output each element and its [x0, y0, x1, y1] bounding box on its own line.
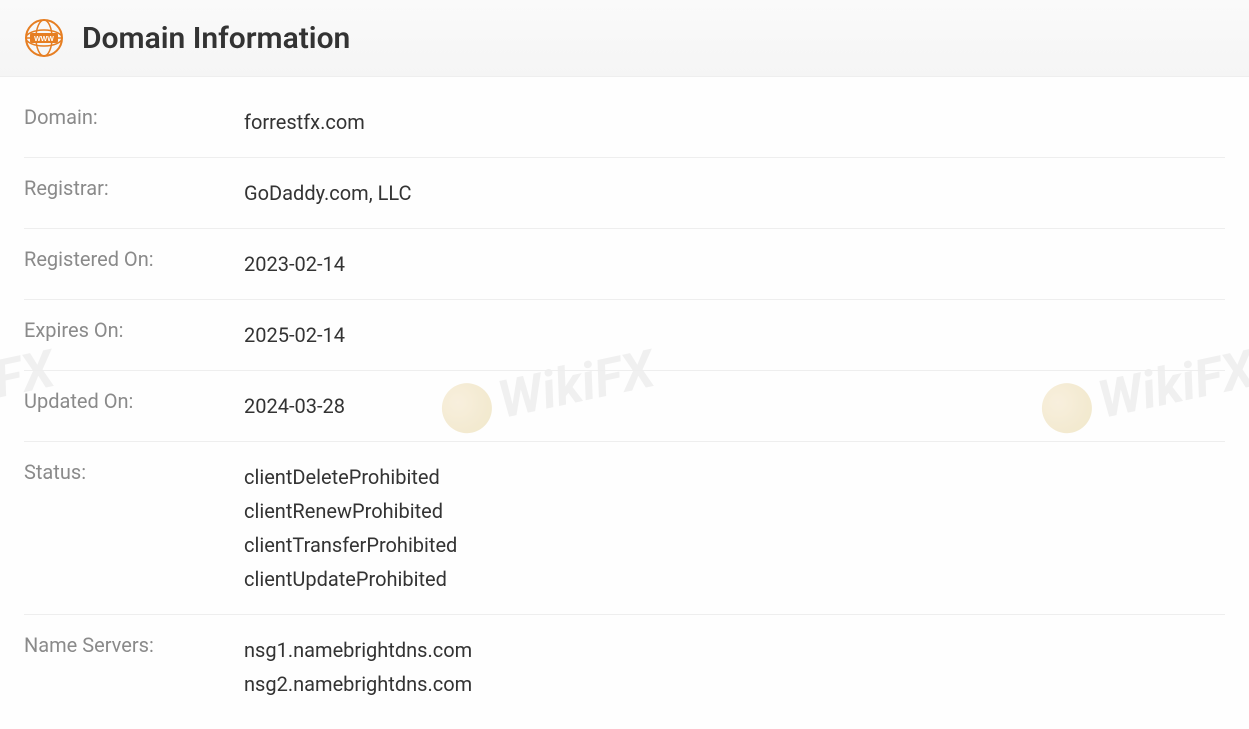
row-status: Status: clientDeleteProhibited clientRen… [24, 442, 1225, 615]
status-line: clientRenewProhibited [244, 494, 457, 528]
value-status: clientDeleteProhibited clientRenewProhib… [244, 460, 457, 596]
row-domain: Domain: forrestfx.com [24, 87, 1225, 158]
value-registrar: GoDaddy.com, LLC [244, 176, 412, 210]
panel-header: WWW Domain Information [0, 0, 1249, 77]
row-name-servers: Name Servers: nsg1.namebrightdns.com nsg… [24, 615, 1225, 719]
panel-title: Domain Information [82, 21, 350, 56]
value-expires-on: 2025-02-14 [244, 318, 345, 352]
label-updated-on: Updated On: [24, 389, 244, 413]
name-server-line: nsg1.namebrightdns.com [244, 633, 472, 667]
status-line: clientTransferProhibited [244, 528, 457, 562]
label-domain: Domain: [24, 105, 244, 129]
row-expires-on: Expires On: 2025-02-14 [24, 300, 1225, 371]
label-expires-on: Expires On: [24, 318, 244, 342]
row-registrar: Registrar: GoDaddy.com, LLC [24, 158, 1225, 229]
status-line: clientDeleteProhibited [244, 460, 457, 494]
label-registrar: Registrar: [24, 176, 244, 200]
value-updated-on: 2024-03-28 [244, 389, 345, 423]
value-name-servers: nsg1.namebrightdns.com nsg2.namebrightdn… [244, 633, 472, 701]
status-line: clientUpdateProhibited [244, 562, 457, 596]
label-registered-on: Registered On: [24, 247, 244, 271]
www-icon: WWW [24, 18, 64, 58]
row-registered-on: Registered On: 2023-02-14 [24, 229, 1225, 300]
svg-text:WWW: WWW [34, 36, 54, 43]
domain-info-panel: WWW Domain Information Domain: forrestfx… [0, 0, 1249, 729]
value-domain: forrestfx.com [244, 105, 365, 139]
label-name-servers: Name Servers: [24, 633, 244, 657]
row-updated-on: Updated On: 2024-03-28 [24, 371, 1225, 442]
panel-content: Domain: forrestfx.com Registrar: GoDaddy… [0, 77, 1249, 729]
name-server-line: nsg2.namebrightdns.com [244, 667, 472, 701]
label-status: Status: [24, 460, 244, 484]
value-registered-on: 2023-02-14 [244, 247, 345, 281]
